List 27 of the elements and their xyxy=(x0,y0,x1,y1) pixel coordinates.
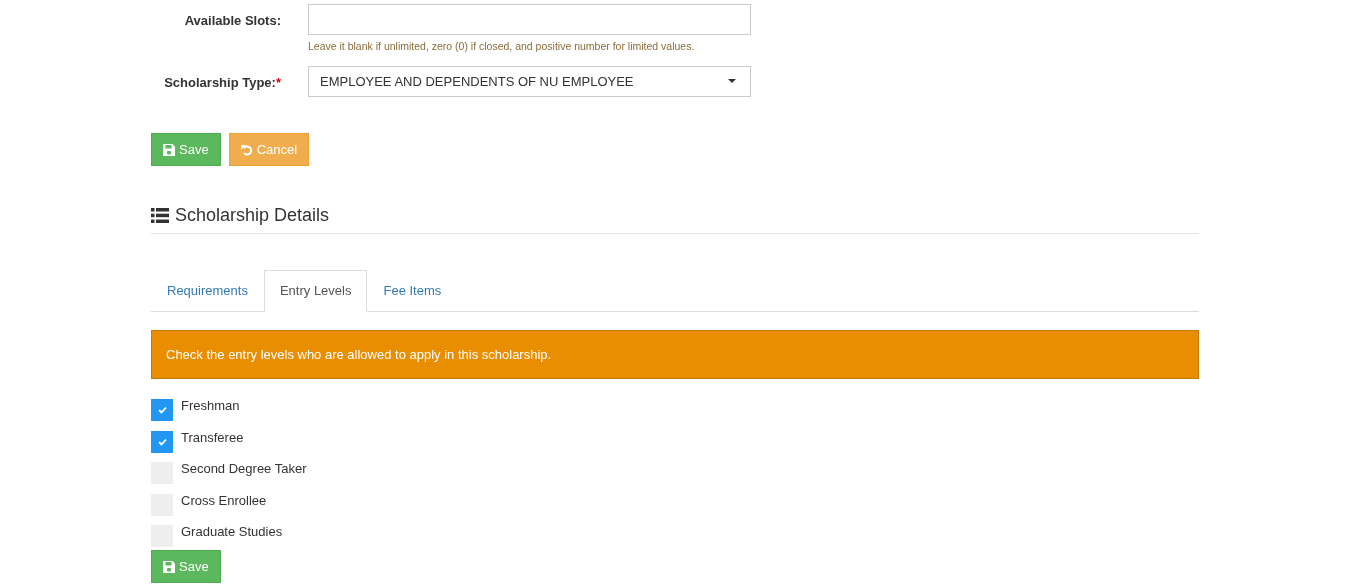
save-icon xyxy=(163,143,175,156)
section-title: Scholarship Details xyxy=(175,204,330,228)
list-icon xyxy=(151,208,169,224)
save-button[interactable]: Save xyxy=(151,549,221,584)
checkbox-label: Graduate Studies xyxy=(181,523,283,542)
tab[interactable]: Fee Items xyxy=(367,270,458,312)
checkmark-icon xyxy=(157,437,167,446)
checkmark-icon xyxy=(157,406,167,415)
save-button[interactable]: Save xyxy=(151,132,221,167)
help-text: Leave it blank if unlimited, zero (0) if closed, and positive number for limited values. xyxy=(308,39,696,54)
required-asterisk: * xyxy=(275,73,281,92)
select-field[interactable]: EMPLOYEE AND DEPENDENTS OF NU EMPLOYEE xyxy=(308,65,751,97)
undo-icon xyxy=(240,143,253,156)
tab[interactable]: Entry Levels xyxy=(263,270,368,312)
input-field[interactable] xyxy=(308,4,751,35)
checkbox[interactable] xyxy=(151,399,173,422)
checkbox-label: Freshman xyxy=(181,397,240,416)
checkbox-label: Second Degree Taker xyxy=(181,460,307,479)
checkbox[interactable] xyxy=(151,430,173,453)
save-icon xyxy=(163,560,175,573)
checkbox-label: Cross Enrollee xyxy=(181,491,267,510)
checkbox-label: Transferee xyxy=(181,428,244,447)
alert-message: Check the entry levels who are allowed to apply in this scholarship. xyxy=(151,329,1199,380)
field-label: Available Slots: xyxy=(184,12,281,30)
tab[interactable]: Requirements xyxy=(151,270,264,312)
caret-icon xyxy=(728,79,736,84)
field-label: Scholarship Type: xyxy=(164,73,276,92)
